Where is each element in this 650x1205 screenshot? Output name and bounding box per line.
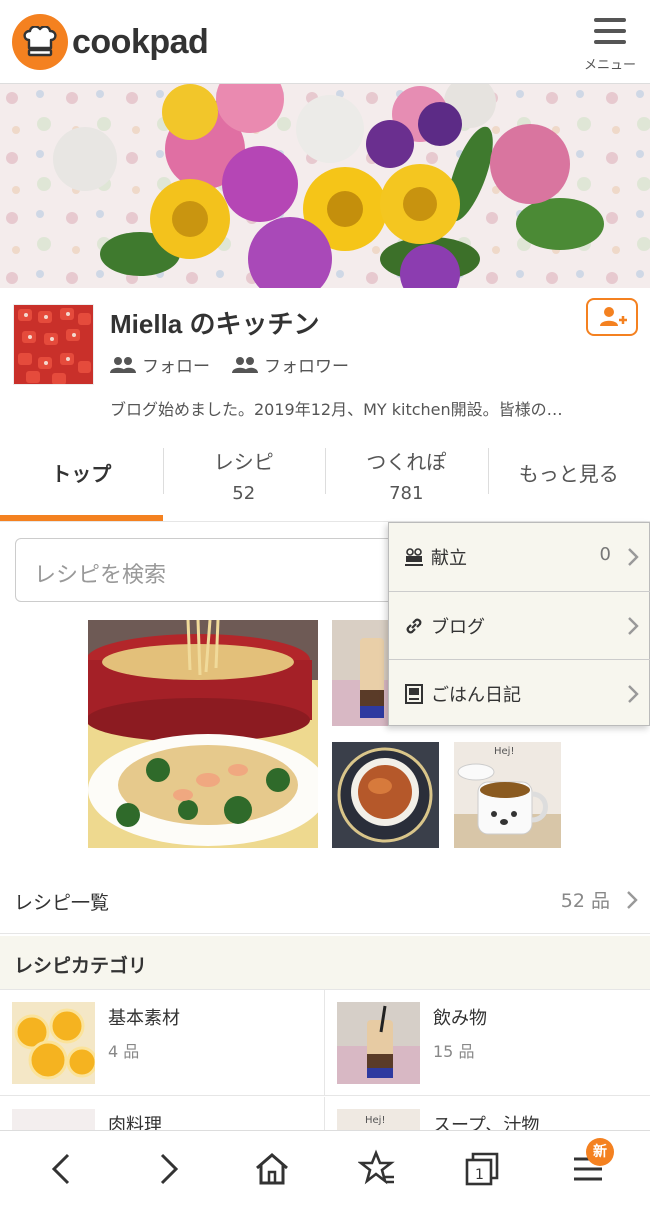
follow-label: フォロー [142,357,210,377]
kitchen-tabs: トップ レシピ 52 つくれぽ 781 もっと見る [0,432,650,522]
chevron-right-icon [627,891,638,909]
kitchen-bio[interactable]: ブログ始めました。2019年12月、MY kitchen開設。皆様の… [110,396,630,420]
dropdown-label: 献立 [431,548,467,569]
menu-label: メニュー [583,58,636,73]
users-icon [232,356,258,373]
dropdown-item-menu-plan[interactable]: 献立 0 [389,523,650,591]
category-item[interactable]: 飲み物 15 品 [325,990,650,1096]
follower-link[interactable]: フォロワー [232,352,349,377]
users-icon [110,356,136,373]
menu-button[interactable]: メニュー [582,16,638,74]
tab-label: レシピ [213,450,274,474]
recipe-list-count: 52 品 [560,890,610,912]
recipe-list-label: レシピ一覧 [14,892,110,914]
category-section-header: レシピカテゴリ [0,936,650,990]
category-name: 基本素材 [108,1008,180,1029]
follower-label: フォロワー [264,357,349,377]
cookpad-logo[interactable]: cookpad [12,14,209,70]
tab-recipes[interactable]: レシピ 52 [162,432,326,520]
follow-button[interactable] [586,298,638,336]
recipe-search-input[interactable]: レシピを検索 [15,538,435,602]
category-count: 4 品 [108,1042,140,1061]
hamburger-icon [594,18,626,44]
logo-text: cookpad [72,22,209,61]
dropdown-label: ごはん日記 [431,684,521,706]
chevron-right-icon [628,617,639,635]
back-icon[interactable] [42,1149,82,1189]
tab-count: 52 [232,483,256,504]
svg-text:Hej!: Hej! [365,1115,385,1126]
tab-more[interactable]: もっと見る [487,432,650,520]
category-name: 飲み物 [433,1008,487,1029]
recipe-photo-curry[interactable] [332,742,439,848]
kitchen-name: Miella のキッチン [110,309,320,339]
tab-tsukurepo[interactable]: つくれぽ 781 [325,432,488,520]
dropdown-count: 0 [599,544,611,565]
recipe-photo-tea[interactable]: Hej! [454,742,561,848]
more-dropdown-menu: 献立 0 ブログ ごはん日記 [388,522,650,726]
dropdown-item-diary[interactable]: ごはん日記 [389,659,650,727]
tab-count: 781 [389,483,424,504]
category-count: 15 品 [433,1042,475,1061]
browser-bottom-nav: 1 [0,1130,650,1205]
new-badge: 新 [586,1138,614,1166]
home-icon[interactable] [252,1149,292,1189]
kitchen-banner-image [0,84,650,288]
active-tab-indicator [0,515,163,521]
category-header-label: レシピカテゴリ [14,955,148,977]
link-icon [406,618,422,633]
app-header: cookpad メニュー [0,0,650,84]
category-thumbnail [12,1002,95,1084]
category-item[interactable]: 基本素材 4 品 [0,990,325,1096]
dropdown-item-blog[interactable]: ブログ [389,591,650,659]
menu-plan-icon [405,548,423,566]
tabs-icon[interactable]: 1 [462,1149,502,1189]
tab-top[interactable]: トップ [0,432,163,520]
tab-label: もっと見る [518,462,619,486]
follow-stats: フォロー フォロワー [110,352,349,377]
follow-link[interactable]: フォロー [110,352,210,377]
chef-hat-icon [12,14,68,70]
recipe-photo-pasta[interactable] [88,620,318,848]
tab-label: つくれぽ [366,450,447,474]
svg-text:1: 1 [475,1167,484,1183]
category-thumbnail [337,1002,420,1084]
add-user-icon [600,307,627,326]
forward-icon[interactable] [148,1149,188,1189]
recipe-list-link[interactable]: レシピ一覧 52 品 [0,866,650,934]
chevron-right-icon [628,685,639,703]
dropdown-label: ブログ [431,616,485,638]
diary-icon [405,683,423,704]
kitchen-avatar[interactable] [13,304,94,385]
chevron-right-icon [628,548,639,566]
bookmarks-icon[interactable] [358,1149,398,1189]
svg-text:Hej!: Hej! [494,746,514,757]
tab-label: トップ [51,462,112,486]
recipe-photo-drink[interactable] [332,620,389,726]
